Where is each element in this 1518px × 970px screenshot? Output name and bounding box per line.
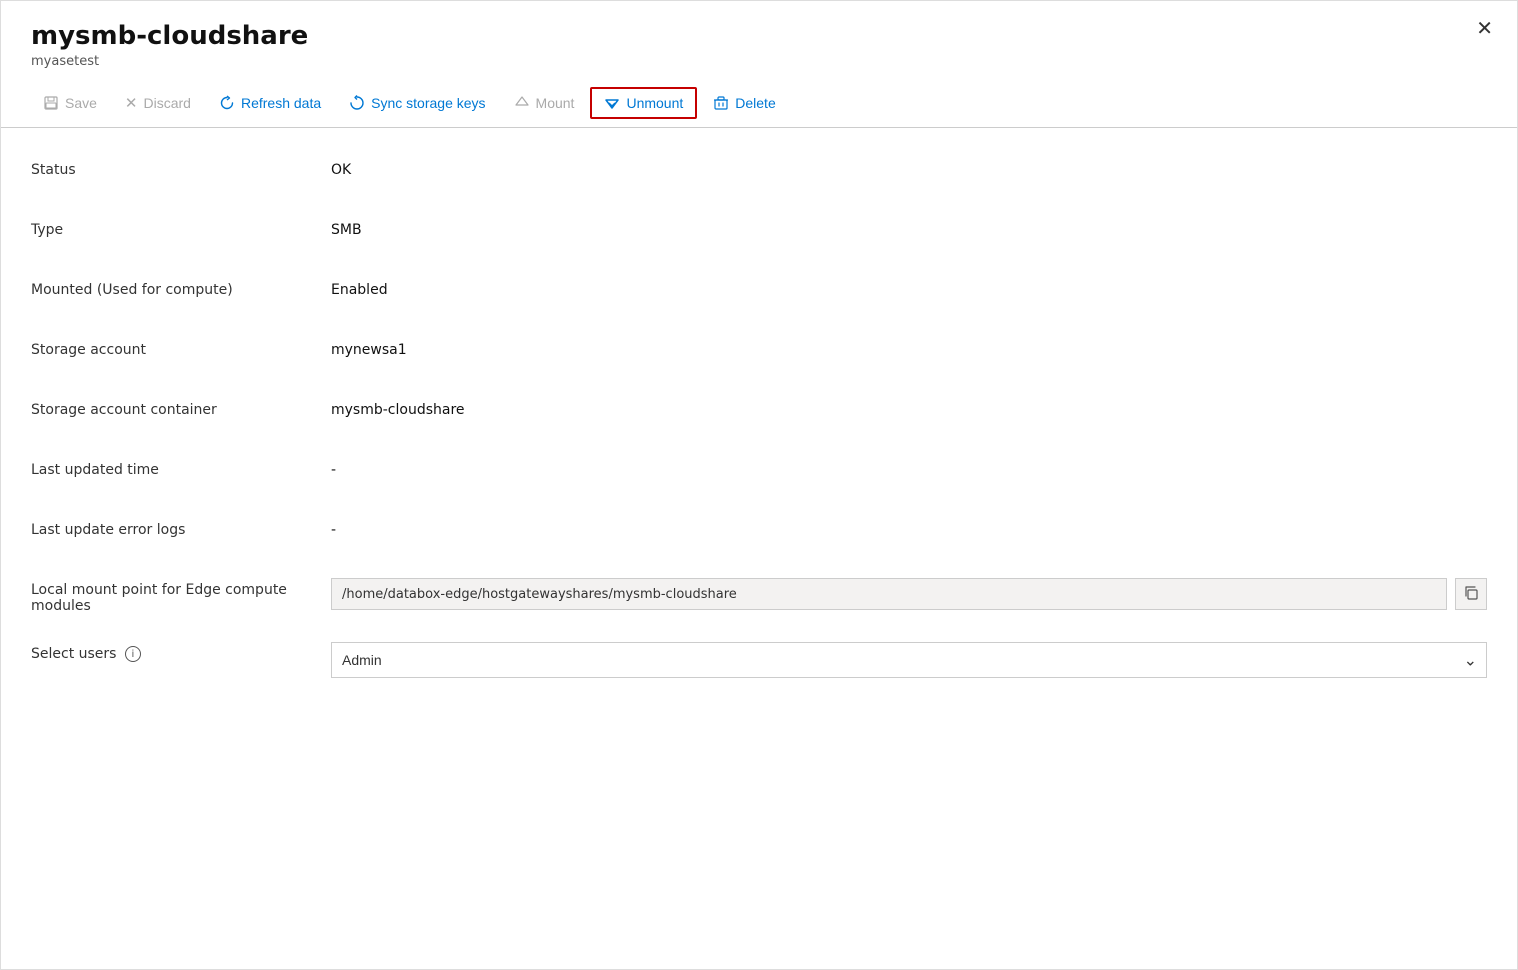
storage-account-row: Storage account mynewsa1 (31, 338, 1487, 370)
storage-container-label: Storage account container (31, 398, 331, 418)
refresh-icon (219, 95, 235, 111)
panel-subtitle: myasetest (31, 54, 1487, 69)
mount-button[interactable]: Mount (502, 89, 587, 117)
local-mount-value: /home/databox-edge/hostgatewayshares/mys… (331, 578, 1447, 610)
storage-container-value: mysmb-cloudshare (331, 398, 1487, 418)
save-icon (43, 95, 59, 111)
sync-icon (349, 95, 365, 111)
last-error-label: Last update error logs (31, 518, 331, 538)
panel-header: mysmb-cloudshare myasetest (1, 1, 1517, 79)
save-label: Save (65, 95, 97, 111)
save-button[interactable]: Save (31, 89, 109, 117)
close-button[interactable]: ✕ (1476, 19, 1493, 39)
last-error-value: - (331, 518, 1487, 538)
discard-label: Discard (144, 95, 191, 111)
last-updated-row: Last updated time - (31, 458, 1487, 490)
copy-icon (1463, 585, 1479, 604)
select-users-input[interactable]: Admin (331, 642, 1487, 678)
mounted-label: Mounted (Used for compute) (31, 278, 331, 298)
last-updated-value: - (331, 458, 1487, 478)
mounted-value: Enabled (331, 278, 1487, 298)
mount-icon (514, 95, 530, 111)
info-icon[interactable]: i (125, 646, 141, 662)
unmount-label: Unmount (626, 95, 683, 111)
last-updated-label: Last updated time (31, 458, 331, 478)
last-error-row: Last update error logs - (31, 518, 1487, 550)
select-users-container: Admin ⌄ (331, 642, 1487, 678)
toolbar: Save ✕ Discard Refresh data (1, 79, 1517, 128)
mount-label: Mount (536, 95, 575, 111)
local-mount-row: Local mount point for Edge compute modul… (31, 578, 1487, 614)
sync-label: Sync storage keys (371, 95, 485, 111)
content-area: Status OK Type SMB Mounted (Used for com… (1, 128, 1517, 736)
copy-button[interactable] (1455, 578, 1487, 610)
status-label: Status (31, 158, 331, 178)
panel-title: mysmb-cloudshare (31, 21, 1487, 52)
mounted-row: Mounted (Used for compute) Enabled (31, 278, 1487, 310)
storage-container-row: Storage account container mysmb-cloudsha… (31, 398, 1487, 430)
sync-button[interactable]: Sync storage keys (337, 89, 497, 117)
select-users-label: Select users i (31, 642, 331, 662)
delete-button[interactable]: Delete (701, 89, 787, 117)
refresh-label: Refresh data (241, 95, 321, 111)
select-users-row: Select users i Admin ⌄ (31, 642, 1487, 678)
refresh-button[interactable]: Refresh data (207, 89, 333, 117)
local-mount-container: /home/databox-edge/hostgatewayshares/mys… (331, 578, 1487, 610)
panel: mysmb-cloudshare myasetest ✕ Save ✕ Disc… (0, 0, 1518, 970)
status-value: OK (331, 158, 1487, 178)
discard-button[interactable]: ✕ Discard (113, 88, 203, 118)
status-row: Status OK (31, 158, 1487, 190)
local-mount-label: Local mount point for Edge compute modul… (31, 578, 331, 614)
storage-account-value: mynewsa1 (331, 338, 1487, 358)
unmount-icon (604, 95, 620, 111)
type-row: Type SMB (31, 218, 1487, 250)
type-value: SMB (331, 218, 1487, 238)
discard-icon: ✕ (125, 94, 138, 112)
type-label: Type (31, 218, 331, 238)
delete-label: Delete (735, 95, 775, 111)
delete-icon (713, 95, 729, 111)
storage-account-label: Storage account (31, 338, 331, 358)
unmount-button[interactable]: Unmount (590, 87, 697, 119)
